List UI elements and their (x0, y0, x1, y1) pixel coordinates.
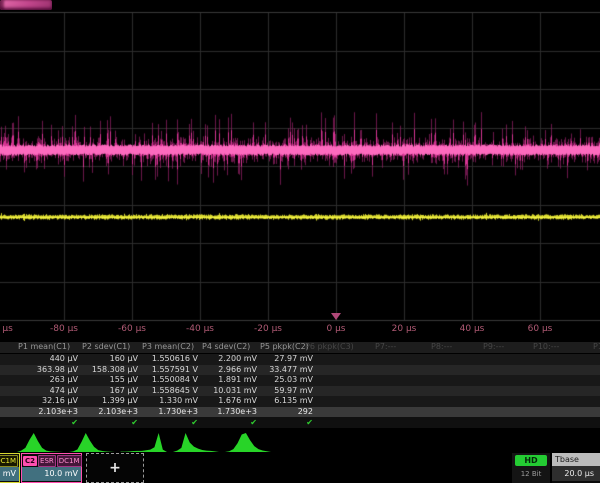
hd-bit-depth: 12 Bit (512, 470, 550, 478)
status-check-icon: ✔ (62, 418, 78, 427)
c2-coupling-tag: DC1M (57, 455, 82, 467)
measure-value: 1.676 mV (200, 396, 257, 406)
measure-value: 59.97 mV (258, 386, 313, 396)
hd-badge: HD (515, 455, 547, 466)
measure-value: 2.103e+3 (80, 407, 138, 417)
measure-param-header-unused[interactable]: P8:--- (431, 342, 486, 352)
plus-icon: + (109, 460, 121, 476)
measure-param-header-unused[interactable]: P10:--- (533, 342, 588, 352)
c2-scale-value: 10.0 mV (22, 467, 81, 481)
measure-value: 292 (258, 407, 313, 417)
measure-value: 440 µV (16, 354, 78, 364)
measure-stat-row: 440 µV160 µV1.550616 V2.200 mV27.97 mV (0, 354, 600, 365)
time-tick-label: 0 µs (326, 324, 345, 334)
measure-header-row: P1 mean(C1)P2 sdev(C1)P3 mean(C2)P4 sdev… (0, 342, 600, 353)
measure-value: 263 µV (16, 375, 78, 385)
add-channel-button[interactable]: + (86, 453, 144, 483)
hd-mode-indicator[interactable]: HD 12 Bit (512, 453, 550, 483)
time-tick-label: 20 µs (392, 324, 417, 334)
time-tick-label: -100 µs (0, 324, 13, 334)
measure-stat-row: 263 µV155 µV1.550084 V1.891 mV25.03 mV (0, 375, 600, 386)
trigger-position-marker[interactable] (331, 313, 341, 320)
measure-value: 167 µV (80, 386, 138, 396)
timebase-descriptor[interactable]: Tbase 20.0 µs (552, 453, 600, 483)
measure-histicon (120, 431, 168, 452)
measure-stat-row: 2.103e+32.103e+31.730e+31.730e+3292 (0, 407, 600, 418)
measure-stat-row: 474 µV167 µV1.558645 V10.031 mV59.97 mV (0, 386, 600, 397)
measure-stat-row: 32.16 µV1.399 µV1.330 mV1.676 mV6.135 mV (0, 396, 600, 407)
time-tick-label: -80 µs (50, 324, 78, 334)
time-tick-label: -40 µs (186, 324, 214, 334)
measure-histicon (224, 431, 272, 452)
status-check-icon: ✔ (297, 418, 313, 427)
measure-value: 155 µV (80, 375, 138, 385)
time-tick-label: 40 µs (460, 324, 485, 334)
measure-param-header[interactable]: P2 sdev(C1) (82, 342, 144, 352)
measure-value: 363.98 µV (16, 365, 78, 375)
measure-param-header-unused[interactable]: P6 pkpk(C3) (305, 342, 360, 352)
measure-value: 27.97 mV (258, 354, 313, 364)
measure-value: 33.477 mV (258, 365, 313, 375)
measure-histicon (16, 431, 64, 452)
measure-value: 1.550616 V (140, 354, 198, 364)
measure-value: 6.135 mV (258, 396, 313, 406)
measure-value: 1.550084 V (140, 375, 198, 385)
measure-value: 2.966 mV (200, 365, 257, 375)
measure-histicon (68, 431, 116, 452)
measure-value: 160 µV (80, 354, 138, 364)
measure-histicon (172, 431, 220, 452)
time-tick-label: -60 µs (118, 324, 146, 334)
status-check-icon: ✔ (122, 418, 138, 427)
measure-param-header[interactable]: P1 mean(C1) (18, 342, 84, 352)
c2-esr-tag: ESR (38, 455, 56, 467)
measure-value: 1.399 µV (80, 396, 138, 406)
measure-value: 1.330 mV (140, 396, 198, 406)
top-left-status-badge[interactable] (0, 0, 52, 10)
measure-param-header[interactable]: P4 sdev(C2) (202, 342, 263, 352)
measure-param-header-unused[interactable]: P11 (593, 342, 600, 352)
measure-value: 1.730e+3 (200, 407, 257, 417)
measure-value: 2.103e+3 (16, 407, 78, 417)
status-check-icon: ✔ (241, 418, 257, 427)
channel-c1-descriptor[interactable]: DC1M 50.0 mV (0, 453, 20, 483)
measure-value: 1.557591 V (140, 365, 198, 375)
measure-value: 474 µV (16, 386, 78, 396)
c1-coupling-tag: DC1M (0, 455, 18, 467)
measure-value: 158.308 µV (80, 365, 138, 375)
measure-value: 10.031 mV (200, 386, 257, 396)
oscilloscope-screen: { "grid": { "x_start": -4, "x_step": 68,… (0, 0, 600, 480)
measure-value: 1.730e+3 (140, 407, 198, 417)
measure-status-row: ✔ ✔ ✔ ✔ ✔ (0, 417, 600, 428)
c2-channel-badge: C2 (23, 456, 37, 466)
time-tick-label: 60 µs (528, 324, 553, 334)
measure-value: 32.16 µV (16, 396, 78, 406)
measure-param-header-unused[interactable]: P7:--- (375, 342, 430, 352)
time-tick-label: -20 µs (254, 324, 282, 334)
status-check-icon: ✔ (182, 418, 198, 427)
timebase-label: Tbase (552, 453, 600, 466)
measure-value: 1.891 mV (200, 375, 257, 385)
measure-param-header[interactable]: P3 mean(C2) (142, 342, 204, 352)
measure-stat-row: 363.98 µV158.308 µV1.557591 V2.966 mV33.… (0, 365, 600, 376)
timebase-value: 20.0 µs (552, 466, 600, 481)
measure-value: 2.200 mV (200, 354, 257, 364)
c1-scale-value: 50.0 mV (0, 467, 19, 481)
measure-value: 1.558645 V (140, 386, 198, 396)
channel-c2-descriptor[interactable]: C2 ESR DC1M 10.0 mV (21, 453, 82, 483)
measure-param-header-unused[interactable]: P9:--- (483, 342, 538, 352)
measure-value: 25.03 mV (258, 375, 313, 385)
